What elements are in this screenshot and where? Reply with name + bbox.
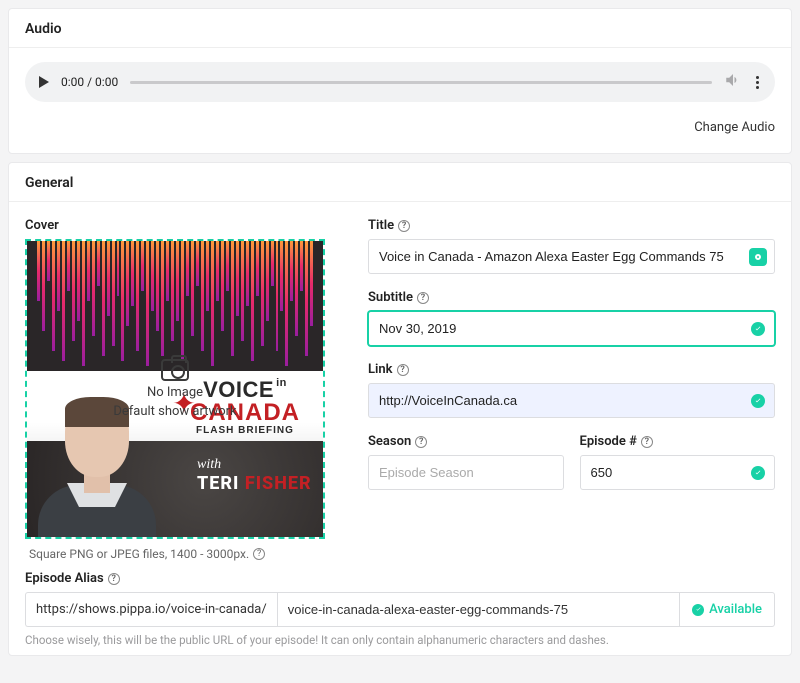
audio-body: 0:00 / 0:00 Change Audio xyxy=(9,48,791,153)
title-label-text: Title xyxy=(368,218,394,233)
general-body: Cover ✦ VOICEin CANADA xyxy=(9,202,791,655)
help-icon[interactable]: ? xyxy=(397,364,409,376)
cover-no-image-overlay: No Image Default show artwork xyxy=(27,241,323,537)
cover-column: Cover ✦ VOICEin CANADA xyxy=(25,218,350,561)
season-label-text: Season xyxy=(368,434,411,449)
no-image-line2: Default show artwork xyxy=(113,404,236,419)
alias-status-text: Available xyxy=(709,602,762,617)
link-label: Link ? xyxy=(368,362,775,377)
alias-label-text: Episode Alias xyxy=(25,571,104,586)
season-input[interactable] xyxy=(368,455,564,490)
alias-section: Episode Alias ? https://shows.pippa.io/v… xyxy=(25,571,775,647)
episode-num-input[interactable] xyxy=(580,455,776,490)
subtitle-label: Subtitle ? xyxy=(368,290,775,305)
episode-num-label: Episode # ? xyxy=(580,434,776,449)
help-icon[interactable]: ? xyxy=(108,573,120,585)
audio-section: Audio 0:00 / 0:00 Change Audio xyxy=(8,8,792,154)
episode-num-check-icon xyxy=(751,466,765,480)
audio-player[interactable]: 0:00 / 0:00 xyxy=(25,62,775,102)
fields-column: Title ? Subtitle ? Link ? xyxy=(368,218,775,561)
cover-caption: Square PNG or JPEG files, 1400 - 3000px.… xyxy=(25,539,350,561)
title-status-icon xyxy=(749,248,767,266)
alias-label: Episode Alias ? xyxy=(25,571,775,586)
help-icon[interactable]: ? xyxy=(398,220,410,232)
subtitle-label-text: Subtitle xyxy=(368,290,413,305)
help-icon[interactable]: ? xyxy=(417,292,429,304)
alias-hint: Choose wisely, this will be the public U… xyxy=(25,633,775,647)
cover-caption-text: Square PNG or JPEG files, 1400 - 3000px. xyxy=(29,547,249,561)
cover-label: Cover xyxy=(25,218,350,233)
volume-icon[interactable] xyxy=(724,71,742,93)
cover-label-text: Cover xyxy=(25,218,59,233)
link-label-text: Link xyxy=(368,362,393,377)
play-icon[interactable] xyxy=(39,76,49,88)
title-input[interactable] xyxy=(368,239,775,274)
title-field-wrap xyxy=(368,239,775,274)
title-label: Title ? xyxy=(368,218,775,233)
link-field-wrap xyxy=(368,383,775,418)
audio-section-title: Audio xyxy=(9,9,791,48)
alias-input[interactable] xyxy=(277,592,679,627)
help-icon[interactable]: ? xyxy=(415,436,427,448)
no-image-line1: No Image xyxy=(147,385,203,400)
episode-num-label-text: Episode # xyxy=(580,434,637,449)
subtitle-input[interactable] xyxy=(368,311,775,346)
audio-menu-icon[interactable] xyxy=(754,76,761,89)
check-icon xyxy=(692,604,704,616)
audio-progress[interactable] xyxy=(130,81,712,84)
alias-status: Available xyxy=(679,592,775,627)
change-audio-link[interactable]: Change Audio xyxy=(694,120,775,135)
cover-dropzone[interactable]: ✦ VOICEin CANADA FLASH BRIEFING with TER… xyxy=(25,239,325,539)
subtitle-field-wrap xyxy=(368,311,775,346)
season-label: Season ? xyxy=(368,434,564,449)
general-section-title: General xyxy=(9,163,791,202)
alias-prefix: https://shows.pippa.io/voice-in-canada/ xyxy=(25,592,277,627)
link-input[interactable] xyxy=(368,383,775,418)
help-icon[interactable]: ? xyxy=(641,436,653,448)
camera-icon xyxy=(161,359,189,381)
alias-row: https://shows.pippa.io/voice-in-canada/ … xyxy=(25,592,775,627)
general-section: General Cover xyxy=(8,162,792,656)
season-field-wrap xyxy=(368,455,564,490)
audio-time: 0:00 / 0:00 xyxy=(61,75,118,89)
episode-num-field-wrap xyxy=(580,455,776,490)
subtitle-check-icon xyxy=(751,322,765,336)
link-check-icon xyxy=(751,394,765,408)
help-icon[interactable]: ? xyxy=(253,548,265,560)
